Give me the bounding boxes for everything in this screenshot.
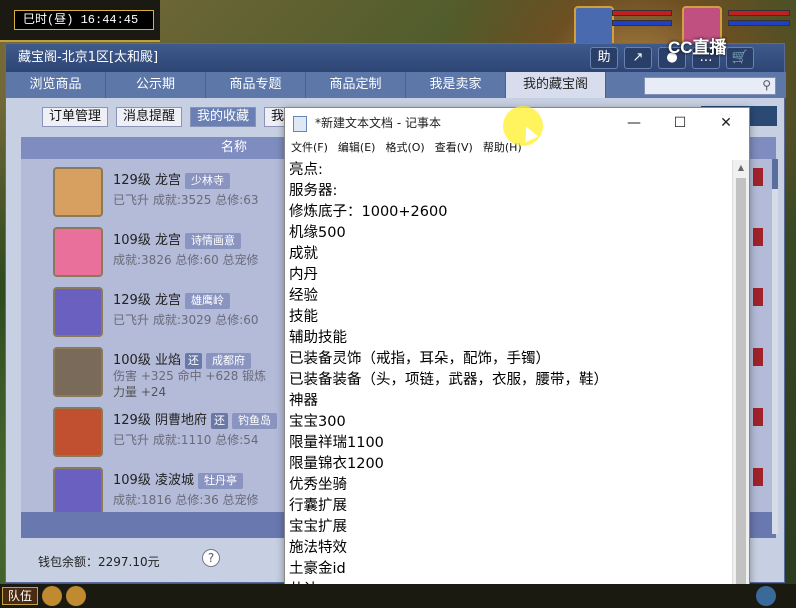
item-detail: 已飞升 成就:1110 总修:54 <box>113 433 259 447</box>
order-manage-button[interactable]: 订单管理 <box>42 107 109 127</box>
text-line: 宝宝扩展 <box>289 519 347 535</box>
row-marker[interactable] <box>753 408 763 426</box>
tab-publicity[interactable]: 公示期 <box>106 72 206 98</box>
text-line: 辅助技能 <box>289 330 347 346</box>
tab-topics[interactable]: 商品专题 <box>206 72 306 98</box>
menu-file[interactable]: 文件(F) <box>291 138 328 158</box>
sub-nav: 订单管理 消息提醒 我的收藏 我 <box>42 107 292 127</box>
help-icon[interactable]: ? <box>202 549 220 567</box>
menu-view[interactable]: 查看(V) <box>435 138 473 158</box>
avatar <box>53 167 103 217</box>
item-detail: 伤害 +325 命中 +628 锻炼 <box>113 369 267 383</box>
row-marker[interactable] <box>753 288 763 306</box>
text-line: 内丹 <box>289 267 318 283</box>
cc-live-logo: CC直播 <box>668 38 727 57</box>
player-mp-bar <box>728 20 790 26</box>
avatar <box>53 347 103 397</box>
avatar <box>53 287 103 337</box>
notepad-icon <box>293 116 307 132</box>
text-line: 行囊扩展 <box>289 498 347 514</box>
text-line: 亮点: <box>289 162 323 178</box>
text-line: 已装备装备（头，项链，武器，衣服，腰带，鞋） <box>289 372 608 388</box>
message-alert-button[interactable]: 消息提醒 <box>116 107 183 127</box>
item-detail-2: 力量 +24 <box>113 385 167 399</box>
share-icon[interactable]: ↗ <box>624 47 652 69</box>
game-bottombar: 队伍 <box>0 584 796 608</box>
player-hp-bar <box>728 10 790 16</box>
team-button[interactable]: 队伍 <box>2 587 38 605</box>
pet-hp-bar <box>612 10 672 16</box>
game-time: 巳时(昼) 16:44:45 <box>14 10 154 30</box>
tab-seller[interactable]: 我是卖家 <box>406 72 506 98</box>
menu-icon[interactable] <box>756 586 776 606</box>
avatar <box>53 407 103 457</box>
my-favorites-button[interactable]: 我的收藏 <box>190 107 257 127</box>
game-topbar: 巳时(昼) 16:44:45 <box>0 0 160 42</box>
item-detail: 成就:1816 总修:36 总宠修 <box>113 493 259 507</box>
emoji-icon[interactable] <box>66 586 86 606</box>
scroll-thumb[interactable] <box>772 159 778 189</box>
text-line: 土豪金id <box>289 561 346 577</box>
text-line: 优秀坐骑 <box>289 477 347 493</box>
pet-portrait[interactable] <box>574 6 614 46</box>
text-line: 技能 <box>289 309 318 325</box>
row-marker[interactable] <box>753 468 763 486</box>
return-tag: 还 <box>210 413 228 429</box>
item-title: 129级 龙宫 <box>113 173 181 188</box>
text-line: 机缘500 <box>289 225 346 241</box>
tab-custom[interactable]: 商品定制 <box>306 72 406 98</box>
mic-icon[interactable] <box>42 586 62 606</box>
text-line: 施法特效 <box>289 540 347 556</box>
text-line: 修炼底子：1000+2600 <box>289 204 448 220</box>
text-line: 限量锦衣1200 <box>289 456 384 472</box>
search-input[interactable]: ⚲ <box>644 77 776 95</box>
avatar <box>53 227 103 277</box>
notepad-text-area[interactable]: 亮点: 服务器: 修炼底子：1000+2600 机缘500 成就内丹经验技能辅助技能已装… <box>287 160 731 608</box>
close-button[interactable]: ✕ <box>703 108 749 138</box>
cursor-highlight <box>503 106 543 146</box>
item-title: 109级 龙宫 <box>113 233 181 248</box>
notepad-title: *新建文本文档 - 记事本 <box>315 116 441 130</box>
menu-edit[interactable]: 编辑(E) <box>338 138 376 158</box>
maximize-button[interactable]: ☐ <box>657 108 703 138</box>
minimize-button[interactable]: — <box>611 108 657 138</box>
text-line: 经验 <box>289 288 318 304</box>
server-tag: 诗情画意 <box>184 233 241 249</box>
item-title: 100级 业焰 <box>113 353 181 368</box>
item-title: 129级 阴曹地府 <box>113 413 207 428</box>
help-icon[interactable]: 助 <box>590 47 618 69</box>
server-tag: 雄鹰岭 <box>184 293 230 309</box>
server-tag: 钓鱼岛 <box>231 413 277 429</box>
server-tag: 牡丹亭 <box>197 473 243 489</box>
text-line: 限量祥瑞1100 <box>289 435 384 451</box>
wallet-balance: 钱包余额：2297.10元 <box>38 555 160 569</box>
item-detail: 已飞升 成就:3029 总修:60 <box>113 313 259 327</box>
text-line: 成就 <box>289 246 318 262</box>
notepad-window: *新建文本文档 - 记事本 — ☐ ✕ 文件(F) 编辑(E) 格式(O) 查看… <box>284 107 750 608</box>
notepad-scrollbar[interactable]: ▲ ▼ <box>732 160 749 608</box>
text-line: 宝宝300 <box>289 414 346 430</box>
item-detail: 已飞升 成就:3525 总修:63 <box>113 193 259 207</box>
cart-icon[interactable]: 🛒 <box>726 47 754 69</box>
scroll-thumb[interactable] <box>736 178 746 588</box>
item-title: 129级 龙宫 <box>113 293 181 308</box>
text-line: 服务器: <box>289 183 338 199</box>
column-name: 名称 <box>221 140 248 155</box>
avatar <box>53 467 103 517</box>
scroll-up-icon[interactable]: ▲ <box>733 160 749 176</box>
server-tag: 少林寺 <box>184 173 230 189</box>
text-line: 神器 <box>289 393 318 409</box>
row-marker[interactable] <box>753 228 763 246</box>
item-title: 109级 凌波城 <box>113 473 194 488</box>
search-icon[interactable]: ⚲ <box>762 78 771 92</box>
text-line: 已装备灵饰（戒指，耳朵，配饰，手镯） <box>289 351 550 367</box>
item-detail: 成就:3826 总修:60 总宠修 <box>113 253 259 267</box>
row-marker[interactable] <box>753 168 763 186</box>
pet-mp-bar <box>612 20 672 26</box>
menu-format[interactable]: 格式(O) <box>385 138 424 158</box>
list-scrollbar[interactable] <box>772 159 778 534</box>
row-marker[interactable] <box>753 348 763 366</box>
tab-my-cbg[interactable]: 我的藏宝阁 <box>506 72 606 98</box>
tab-browse[interactable]: 浏览商品 <box>6 72 106 98</box>
